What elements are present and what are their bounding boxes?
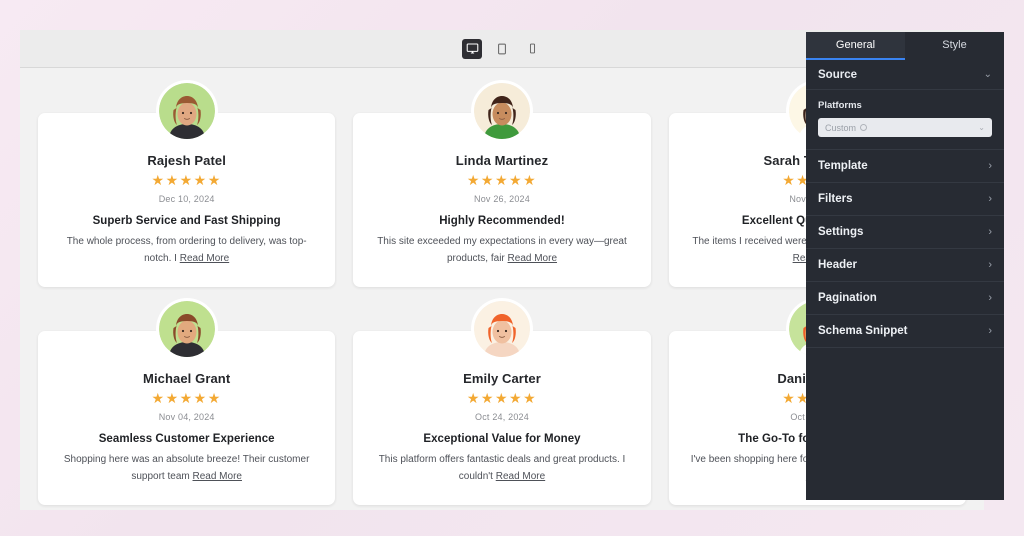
platforms-select[interactable]: Custom ⌄ [818,118,992,137]
platforms-value: Custom [825,122,857,133]
panel-row-label: Template [818,160,868,172]
review-body: This site exceeded my expectations in ev… [369,234,634,267]
chevron-right-icon: › [988,160,992,172]
tab-style-label: Style [942,39,967,51]
review-date: Oct 24, 2024 [475,412,529,422]
chevron-down-icon: ⌄ [978,123,985,132]
read-more-link[interactable]: Read More [193,471,242,482]
platform-badge-icon [860,124,868,131]
platforms-label: Platforms [818,100,862,111]
reviewer-name: Linda Martinez [455,153,549,168]
review-text: Shopping here was an absolute breeze! Th… [63,454,310,482]
desktop-view-button[interactable] [462,38,482,59]
review-card: Linda Martinez ★★★★★ Nov 26, 2024 Highly… [353,83,651,287]
panel-row-label: Schema Snippet [818,325,908,337]
panel-row-schema-snippet[interactable]: Schema Snippet › [806,315,1004,348]
avatar [473,301,530,357]
avatar [473,83,530,139]
panel-row-label: Pagination [818,292,877,304]
review-date: Nov 04, 2024 [158,412,215,422]
review-text: This site exceeded my expectations in ev… [377,236,627,264]
star-rating-icon: ★★★★★ [466,390,538,406]
review-card: Michael Grant ★★★★★ Nov 04, 2024 Seamles… [38,301,336,505]
review-body: The whole process, from ordering to deli… [54,234,319,267]
chevron-right-icon: › [988,193,992,205]
review-date: Nov 26, 2024 [474,194,530,204]
review-date: Dec 10, 2024 [158,194,215,204]
panel-section-rows: Template › Filters › Settings › Header › Pag… [806,150,1004,348]
read-more-link[interactable]: Read More [508,253,557,264]
platforms-field-block: Platforms Custom ⌄ [806,90,1004,150]
star-rating-icon: ★★★★★ [466,172,538,188]
reviewer-name: Rajesh Patel [147,153,226,168]
avatar [158,83,215,139]
chevron-right-icon: › [988,259,992,271]
mobile-view-button[interactable] [522,39,542,59]
review-title: Superb Service and Fast Shipping [92,215,281,227]
chevron-right-icon: › [988,325,992,337]
review-title: Seamless Customer Experience [98,433,275,445]
review-title: Exceptional Value for Money [423,433,581,445]
settings-panel: General Style Source ⌄ Platforms Custom … [806,32,1004,500]
panel-row-label: Settings [818,226,864,238]
review-card: Rajesh Patel ★★★★★ Dec 10, 2024 Superb S… [38,83,336,287]
panel-row-template[interactable]: Template › [806,150,1004,183]
star-rating-icon: ★★★★★ [151,390,222,406]
chevron-right-icon: › [988,292,992,304]
review-body: Shopping here was an absolute breeze! Th… [54,452,319,485]
review-body: This platform offers fantastic deals and… [369,452,634,485]
tab-general-label: General [835,39,876,51]
panel-row-header[interactable]: Header › [806,249,1004,282]
review-card: Emily Carter ★★★★★ Oct 24, 2024 Exceptio… [353,301,651,505]
panel-row-label: Header [818,259,857,271]
tab-general[interactable]: General [806,32,905,60]
star-rating-icon: ★★★★★ [151,172,222,188]
panel-row-pagination[interactable]: Pagination › [806,282,1004,315]
screenshot-root: Rajesh Patel ★★★★★ Dec 10, 2024 Superb S… [0,0,1024,536]
section-source-title: Source [818,68,857,81]
avatar [158,301,215,357]
chevron-down-icon: ⌄ [983,69,992,80]
reviewer-name: Michael Grant [143,371,231,386]
read-more-link[interactable]: Read More [496,471,545,482]
read-more-link[interactable]: Read More [180,253,229,264]
panel-row-settings[interactable]: Settings › [806,216,1004,249]
tablet-view-button[interactable] [492,39,512,59]
section-source-header[interactable]: Source ⌄ [806,60,1004,90]
chevron-right-icon: › [988,226,992,238]
review-title: Highly Recommended! [439,215,565,227]
panel-row-label: Filters [818,193,853,205]
tab-style[interactable]: Style [905,32,1004,60]
reviewer-name: Emily Carter [463,371,541,386]
panel-row-filters[interactable]: Filters › [806,183,1004,216]
panel-tabs: General Style [806,32,1004,60]
